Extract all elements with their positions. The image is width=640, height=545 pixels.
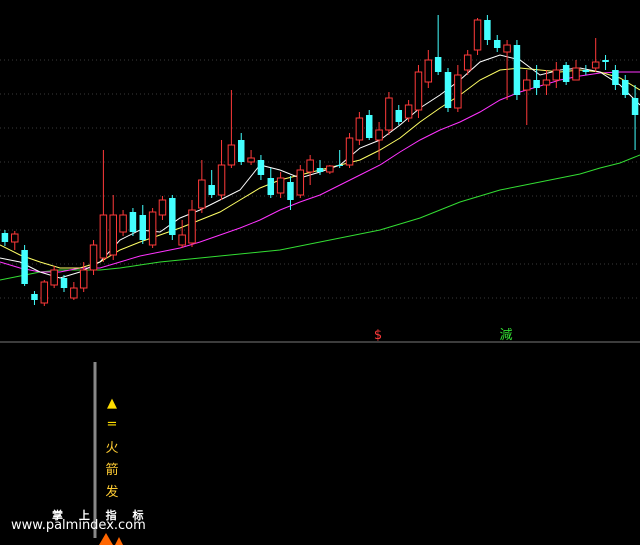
indicator-marker-icon xyxy=(99,533,123,545)
candle-body-down xyxy=(493,40,501,48)
candle-body-down xyxy=(365,115,373,138)
candle-body-up xyxy=(99,214,108,259)
candle-body-down xyxy=(139,215,147,240)
indicator-fire-label: 火 xyxy=(105,441,118,456)
stock-chart: $ 減 ▲ = 火 箭 发 xyxy=(0,15,640,545)
candle-body-up xyxy=(40,281,49,304)
candle-body-down xyxy=(444,72,452,108)
candle-body-down xyxy=(208,185,215,195)
candle-body-up xyxy=(70,287,78,299)
indicator-arrow-label: 箭 xyxy=(105,462,118,478)
candle-body-up xyxy=(591,61,600,69)
candle-body-down xyxy=(60,278,68,288)
sell-signal-label: $ xyxy=(374,328,382,343)
candle-body-up xyxy=(306,159,314,173)
candle-body-down xyxy=(434,57,442,72)
indicator-launch-label: 发 xyxy=(105,484,118,500)
candle-body-up xyxy=(188,209,196,244)
candle-body-up xyxy=(523,79,531,91)
candle-body-down xyxy=(621,80,629,95)
candle-body-up xyxy=(79,269,88,289)
candle-body-up xyxy=(503,44,511,53)
candle-body-up xyxy=(542,79,551,86)
candle-body-up xyxy=(345,137,354,166)
candle-body-down xyxy=(631,98,639,115)
candle-body-down xyxy=(31,294,38,300)
candle-body-up xyxy=(158,199,167,216)
candle-body-up xyxy=(385,97,393,131)
candle-body-up xyxy=(198,179,206,209)
candle-body-up xyxy=(552,69,561,81)
candle-body-up xyxy=(109,214,117,256)
candle-body-up xyxy=(276,177,285,194)
candle-body-up xyxy=(355,117,364,141)
candle-body-down xyxy=(257,160,265,175)
candle-body-down xyxy=(582,70,590,72)
candle-body-up xyxy=(454,74,462,109)
candle-body-down xyxy=(267,178,275,195)
indicator-triangle-label: ▲ xyxy=(107,396,117,411)
candle-body-down xyxy=(316,168,324,172)
candle-body-up xyxy=(178,234,186,246)
candle-body-down xyxy=(21,250,28,284)
candle-body-up xyxy=(89,244,98,271)
reduce-signal-label: 減 xyxy=(499,327,512,343)
candle-body-down xyxy=(602,60,609,62)
candle-body-up xyxy=(50,269,58,286)
candle-body-up xyxy=(375,129,383,141)
candle-body-down xyxy=(336,165,343,166)
candle-body-down xyxy=(612,70,619,85)
candle-body-down xyxy=(1,233,9,242)
candle-body-down xyxy=(237,140,245,162)
candle-body-up xyxy=(424,59,433,83)
candle-body-down xyxy=(287,182,294,200)
candle-body-down xyxy=(129,212,137,232)
candle-body-up xyxy=(473,19,482,51)
candle-body-up xyxy=(247,157,255,163)
candle-body-up xyxy=(148,211,157,246)
candle-body-up xyxy=(404,104,413,119)
candle-body-up xyxy=(227,144,236,166)
candle-body-down xyxy=(484,20,491,40)
candle-body-down xyxy=(562,65,570,82)
candle-body-up xyxy=(326,165,334,173)
candle-body-up xyxy=(11,233,19,243)
candle-body-up xyxy=(414,71,423,111)
candle-body-down xyxy=(513,45,521,95)
candlesticks xyxy=(1,15,639,306)
candle-body-down xyxy=(395,110,403,122)
candle-body-up xyxy=(119,214,127,233)
candle-body-up xyxy=(572,67,580,81)
candle-body-up xyxy=(463,54,472,71)
indicator-equals-label: = xyxy=(107,417,118,432)
candle-body-up xyxy=(296,169,305,196)
candle-body-down xyxy=(169,198,176,235)
candle-body-down xyxy=(533,80,540,88)
watermark-url: www.palmindex.com xyxy=(11,518,146,533)
candle-body-up xyxy=(217,164,226,196)
